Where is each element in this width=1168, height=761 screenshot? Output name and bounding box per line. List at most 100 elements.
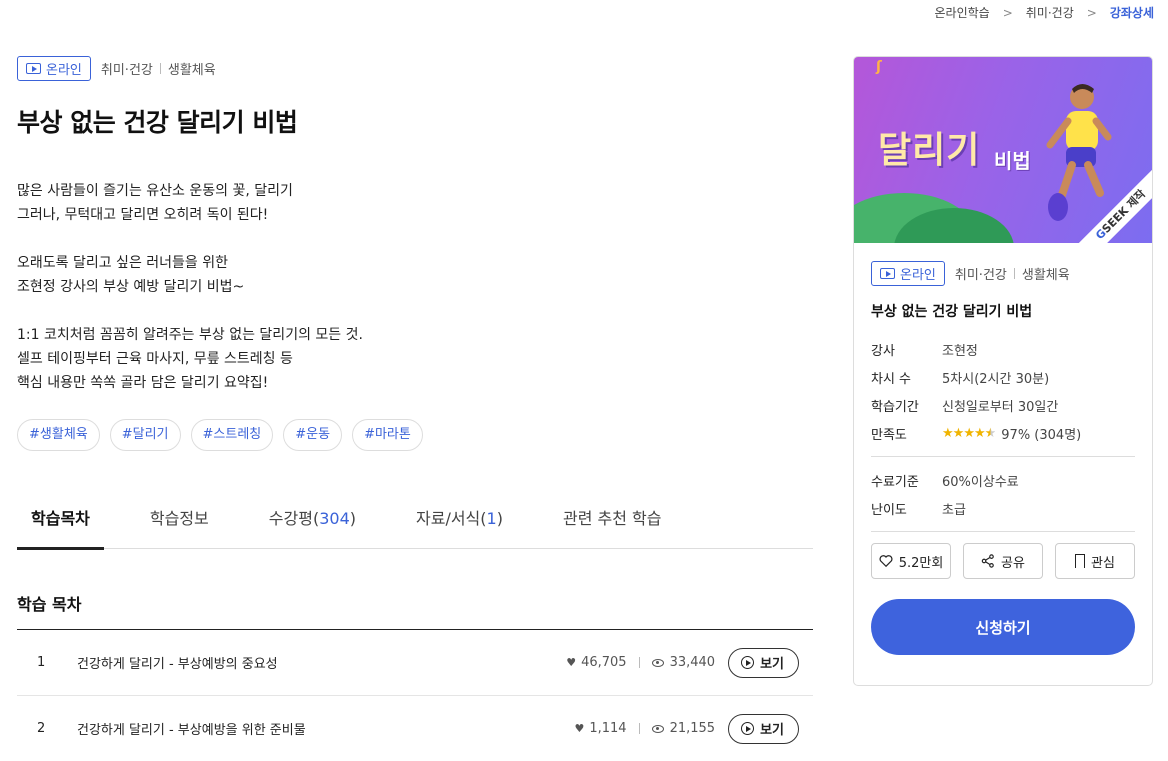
info-row-satisfaction: 만족도 ★ ★ ★ ★ ★ 97% (304명): [871, 419, 1135, 447]
view-button-label: 보기: [760, 723, 784, 738]
description-paragraph: 많은 사람들이 즐기는 유산소 운동의 꽃, 달리기 그러나, 무턱대고 달리면…: [17, 179, 813, 227]
lesson-number: 1: [37, 655, 46, 670]
completion-info: 수료기준 60%이상수료 난이도 초급: [871, 466, 1135, 522]
tag-stretching[interactable]: #스트레칭: [190, 419, 274, 451]
heart-icon: ♥: [566, 656, 577, 669]
card-actions: 5.2만회 공유 관심: [871, 543, 1135, 579]
card-body: 온라인 취미·건강 생활체육 부상 없는 건강 달리기 비법 강사 조현정 차시…: [854, 261, 1152, 655]
list-item: 2 건강하게 달리기 - 부상예방을 위한 준비물 ♥ 1,114 21,155…: [17, 696, 813, 761]
tag-marathon[interactable]: #마라톤: [352, 419, 423, 451]
apply-button[interactable]: 신청하기: [871, 599, 1135, 655]
bookmark-button[interactable]: 관심: [1055, 543, 1135, 579]
info-label: 학습기간: [871, 399, 919, 415]
tag-running[interactable]: #달리기: [109, 419, 181, 451]
online-badge: 온라인: [871, 261, 945, 286]
like-count: 46,705: [581, 655, 627, 670]
runner-illustration: [1046, 84, 1112, 221]
view-count: 33,440: [669, 655, 716, 670]
view-button-label: 보기: [760, 657, 784, 672]
description-line: 조현정 강사의 부상 예방 달리기 비법~: [17, 279, 245, 295]
category-secondary: 생활체육: [167, 63, 216, 78]
online-badge-label: 온라인: [900, 268, 936, 283]
lesson-title: 건강하게 달리기 - 부상예방을 위한 준비물: [77, 723, 306, 738]
description-line: 오래도록 달리고 싶은 러너들을 위한: [17, 255, 228, 271]
bookmark-label: 관심: [1091, 555, 1115, 571]
tab-count: 304: [319, 509, 350, 528]
tab-bar: 학습목차 학습정보 수강평(304) 자료/서식(1) 관련 추천 학습: [17, 497, 813, 550]
like-button[interactable]: 5.2만회: [871, 543, 951, 579]
tag-exercise[interactable]: #운동: [283, 419, 343, 451]
divider: [1013, 268, 1015, 279]
tag-list: #생활체육 #달리기 #스트레칭 #운동 #마라톤: [17, 419, 813, 451]
list-item: 1 건강하게 달리기 - 부상예방의 중요성 ♥ 46,705 33,440 보…: [17, 630, 813, 696]
course-thumbnail: ʃ 달리기 비법 GSEEK 제작: [854, 57, 1152, 243]
like-count: 5.2만회: [898, 555, 944, 571]
toc-list: 1 건강하게 달리기 - 부상예방의 중요성 ♥ 46,705 33,440 보…: [17, 629, 813, 761]
info-label: 수료기준: [871, 474, 919, 490]
course-description: 많은 사람들이 즐기는 유산소 운동의 꽃, 달리기 그러나, 무턱대고 달리면…: [17, 179, 813, 395]
divider: [871, 456, 1135, 457]
info-row-level: 난이도 초급: [871, 494, 1135, 522]
lesson-stats: ♥ 46,705 33,440: [566, 655, 715, 670]
description-line: 많은 사람들이 즐기는 유산소 운동의 꽃, 달리기: [17, 183, 293, 199]
breadcrumb-current: 강좌상세: [1109, 6, 1154, 20]
breadcrumb-item-online[interactable]: 온라인학습: [935, 4, 990, 21]
view-button[interactable]: 보기: [728, 647, 799, 678]
star-icon: ★: [973, 425, 986, 441]
star-half-icon: ★: [984, 425, 997, 441]
online-badge: 온라인: [17, 56, 91, 81]
tab-info[interactable]: 학습정보: [136, 497, 223, 549]
share-label: 공유: [1001, 555, 1025, 571]
description-line: 셀프 테이핑부터 근육 마사지, 무릎 스트레칭 등: [17, 351, 293, 367]
study-period: 신청일로부터 30일간: [942, 399, 1059, 415]
decorative-swirl-icon: ʃ: [876, 59, 882, 75]
tab-toc[interactable]: 학습목차: [17, 497, 104, 550]
share-button[interactable]: 공유: [963, 543, 1043, 579]
completion-criteria: 60%이상수료: [942, 474, 1019, 490]
video-play-icon: [26, 63, 41, 74]
tag-sports[interactable]: #생활체육: [17, 419, 100, 451]
info-row-period: 학습기간 신청일로부터 30일간: [871, 391, 1135, 419]
breadcrumb: 온라인학습 > 취미·건강 > 강좌상세: [935, 4, 1154, 21]
eye-icon: [651, 724, 664, 733]
instructor-name: 조현정: [942, 343, 978, 359]
tab-related[interactable]: 관련 추천 학습: [549, 497, 676, 549]
heart-icon: ♥: [574, 722, 585, 735]
page-title: 부상 없는 건강 달리기 비법: [17, 108, 298, 137]
online-badge-label: 온라인: [46, 63, 82, 78]
description-line: 핵심 내용만 쏙쏙 골라 담은 달리기 요약집!: [17, 375, 269, 391]
satisfaction-value: ★ ★ ★ ★ ★ 97% (304명): [942, 424, 1081, 443]
category-row: 온라인 취미·건강 생활체육: [17, 56, 813, 81]
info-row-completion: 수료기준 60%이상수료: [871, 466, 1135, 494]
tab-count: 1: [486, 509, 497, 528]
tab-label: 자료/서식: [416, 509, 481, 528]
star-rating: ★ ★ ★ ★ ★: [942, 425, 997, 441]
lesson-stats: ♥ 1,114 21,155: [574, 721, 715, 736]
divider: [159, 63, 161, 74]
course-card: ʃ 달리기 비법 GSEEK 제작 온라인 취미·건강 생활체육 부상 없는 건…: [853, 56, 1153, 686]
info-label: 난이도: [871, 502, 907, 518]
info-row-instructor: 강사 조현정: [871, 335, 1135, 363]
thumbnail-title: 달리기: [878, 130, 981, 171]
chevron-right-icon: >: [1086, 5, 1097, 20]
card-category-row: 온라인 취미·건강 생활체육: [871, 261, 1135, 286]
breadcrumb-item-hobby[interactable]: 취미·건강: [1026, 4, 1074, 21]
tab-label: 학습목차: [31, 509, 90, 528]
star-icon: ★: [942, 425, 954, 441]
description-line: 그러나, 무턱대고 달리면 오히려 독이 된다!: [17, 207, 269, 223]
view-button[interactable]: 보기: [728, 713, 799, 744]
heart-icon: [879, 555, 893, 568]
main-content: 온라인 취미·건강 생활체육 부상 없는 건강 달리기 비법 많은 사람들이 즐…: [17, 56, 813, 761]
bookmark-icon: [1075, 554, 1086, 572]
tab-label: 학습정보: [149, 509, 209, 528]
lesson-number: 2: [37, 721, 46, 736]
info-label: 강사: [871, 343, 895, 359]
share-icon: [981, 554, 994, 568]
tab-reviews[interactable]: 수강평(304): [255, 497, 370, 549]
view-count: 21,155: [669, 721, 716, 736]
lesson-title: 건강하게 달리기 - 부상예방의 중요성: [77, 657, 278, 672]
like-count: 1,114: [589, 721, 627, 736]
chevron-right-icon: >: [1002, 5, 1013, 20]
tab-materials[interactable]: 자료/서식(1): [402, 497, 517, 549]
category-secondary: 생활체육: [1021, 268, 1070, 283]
